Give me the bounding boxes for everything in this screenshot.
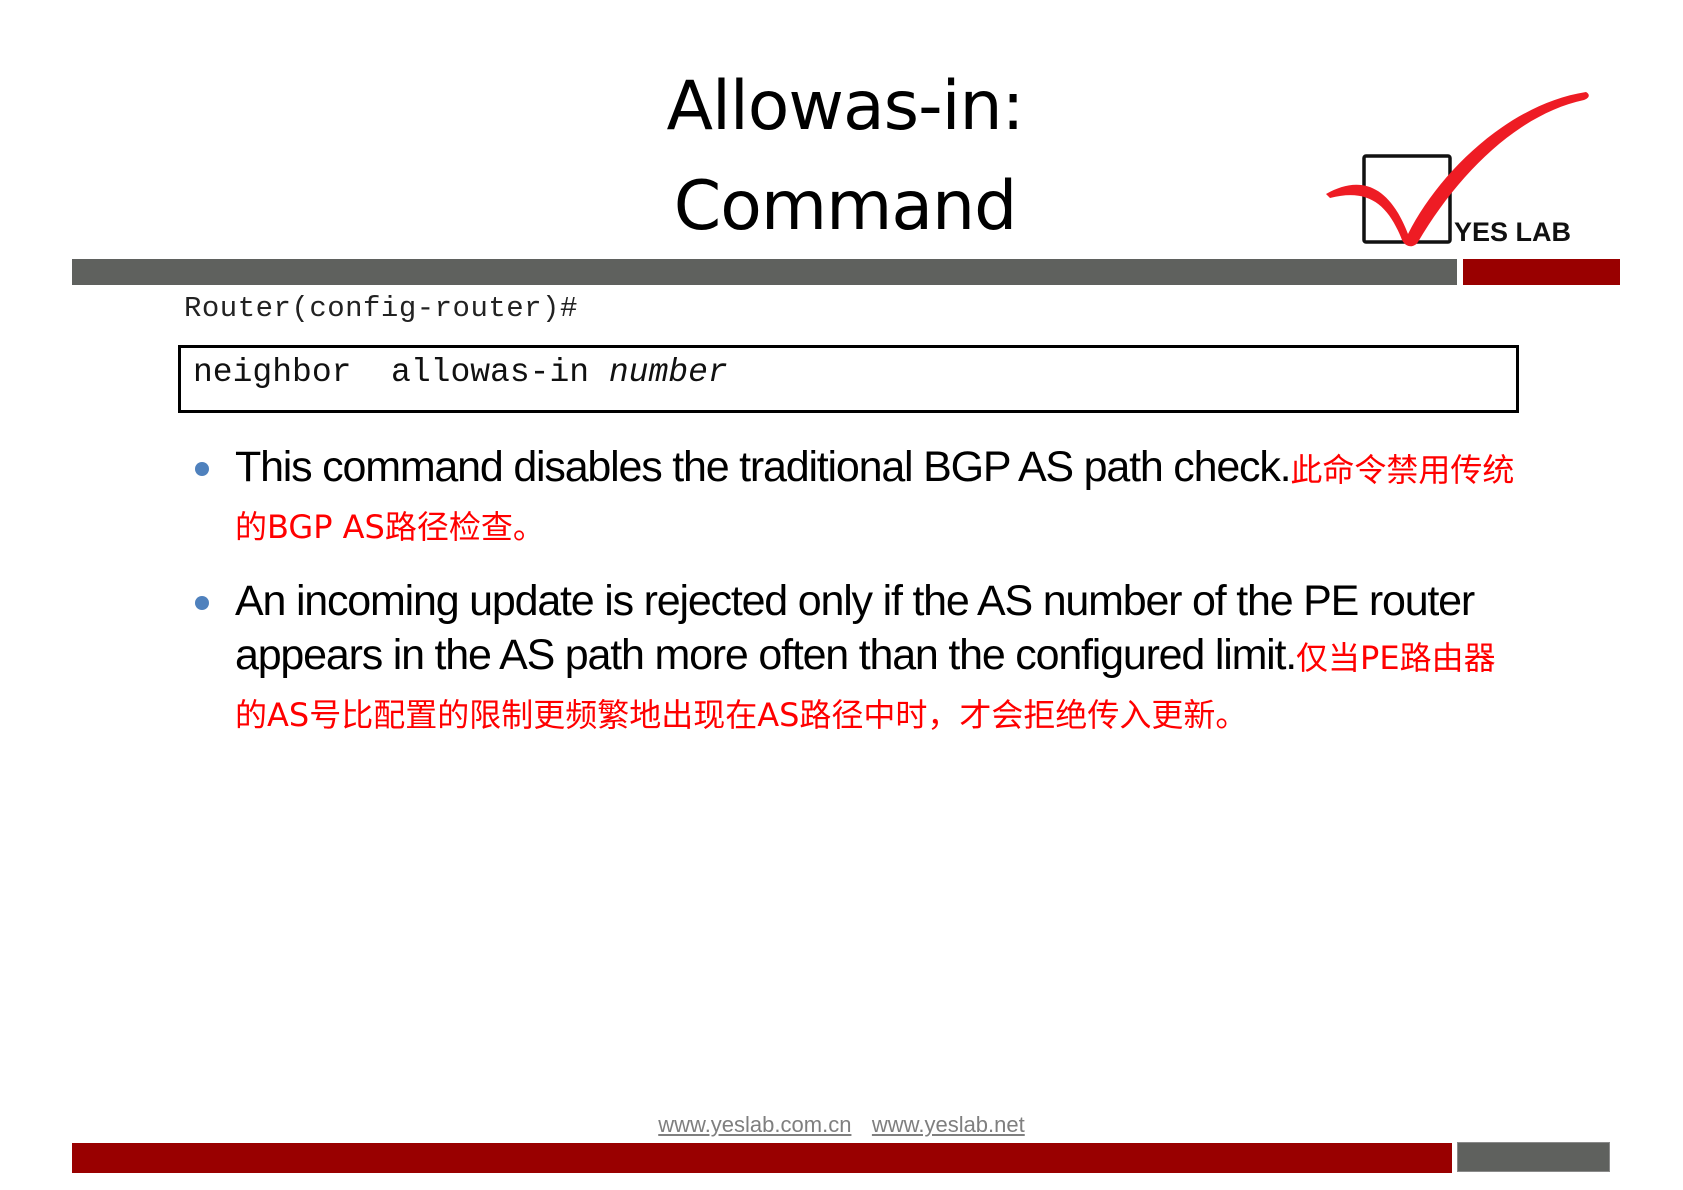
bullet-item: An incoming update is rejected only if t… bbox=[195, 574, 1515, 742]
command-argument: number bbox=[608, 354, 728, 391]
bullet-text-en: This command disables the traditional BG… bbox=[235, 443, 1292, 491]
header-divider-gray bbox=[72, 259, 1457, 285]
footer-divider-gray bbox=[1457, 1142, 1610, 1172]
logo-text: YES LAB bbox=[1454, 217, 1571, 247]
footer-link-net[interactable]: www.yeslab.net bbox=[872, 1112, 1025, 1137]
router-prompt: Router(config-router)# bbox=[184, 292, 578, 325]
yeslab-logo: YES LAB bbox=[1318, 84, 1618, 254]
bullet-list: This command disables the traditional BG… bbox=[195, 440, 1515, 762]
footer-links: www.yeslab.com.cn www.yeslab.net bbox=[0, 1112, 1683, 1138]
header-divider-red bbox=[1463, 259, 1620, 285]
footer-link-cn[interactable]: www.yeslab.com.cn bbox=[658, 1112, 851, 1137]
slide-title-line2: Command bbox=[673, 167, 1018, 246]
slide-title-line1: Allowas-in: bbox=[666, 67, 1024, 146]
command-syntax-box: neighbor allowas-in number bbox=[178, 345, 1519, 413]
bullet-dot-icon bbox=[195, 462, 209, 476]
checkmark-box-icon: YES LAB bbox=[1326, 92, 1589, 247]
bullet-dot-icon bbox=[195, 596, 209, 610]
bullet-item: This command disables the traditional BG… bbox=[195, 440, 1515, 554]
command-keyword: neighbor allowas-in bbox=[193, 354, 609, 391]
bullet-text-en: An incoming update is rejected only if t… bbox=[235, 577, 1475, 679]
footer-divider-red bbox=[72, 1143, 1452, 1173]
command-syntax: neighbor allowas-in number bbox=[193, 354, 728, 391]
